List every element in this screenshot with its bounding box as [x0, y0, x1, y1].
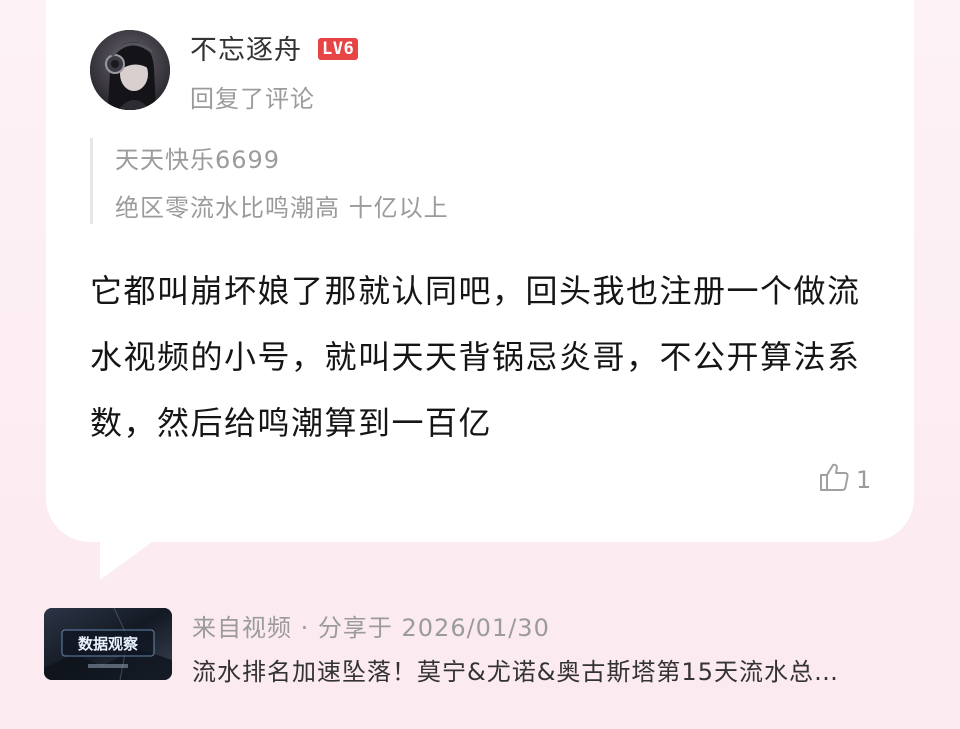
- avatar-image: [90, 30, 170, 110]
- like-count: 1: [856, 466, 872, 494]
- reply-action-label: 回复了评论: [190, 85, 315, 113]
- thumbnail-caption: 数据观察: [78, 635, 139, 653]
- quoted-author: 天天快乐6699: [115, 146, 281, 174]
- thumbs-up-icon: [818, 462, 850, 498]
- username[interactable]: 不忘逐舟: [190, 28, 302, 67]
- source-info: 来自视频 · 分享于 2026/01/30: [192, 614, 550, 642]
- card-tail: [100, 536, 160, 580]
- level-badge: LV6: [318, 38, 359, 60]
- quoted-text: 绝区零流水比鸣潮高 十亿以上: [115, 194, 449, 222]
- avatar[interactable]: [90, 30, 170, 110]
- video-source[interactable]: 数据观察 来自视频 · 分享于 2026/01/30 流水排名加速坠落！莫宁&尤…: [44, 608, 924, 686]
- comment-text: 它都叫崩坏娘了那就认同吧，回头我也注册一个做流水视频的小号，就叫天天背锅忌炎哥，…: [90, 272, 861, 442]
- video-title-link[interactable]: 流水排名加速坠落！莫宁&尤诺&奥古斯塔第15天流水总…: [192, 652, 902, 687]
- video-thumbnail[interactable]: 数据观察: [44, 608, 172, 680]
- quoted-comment[interactable]: 天天快乐6699 绝区零流水比鸣潮高 十亿以上: [90, 138, 853, 224]
- like-button[interactable]: 1: [818, 462, 871, 498]
